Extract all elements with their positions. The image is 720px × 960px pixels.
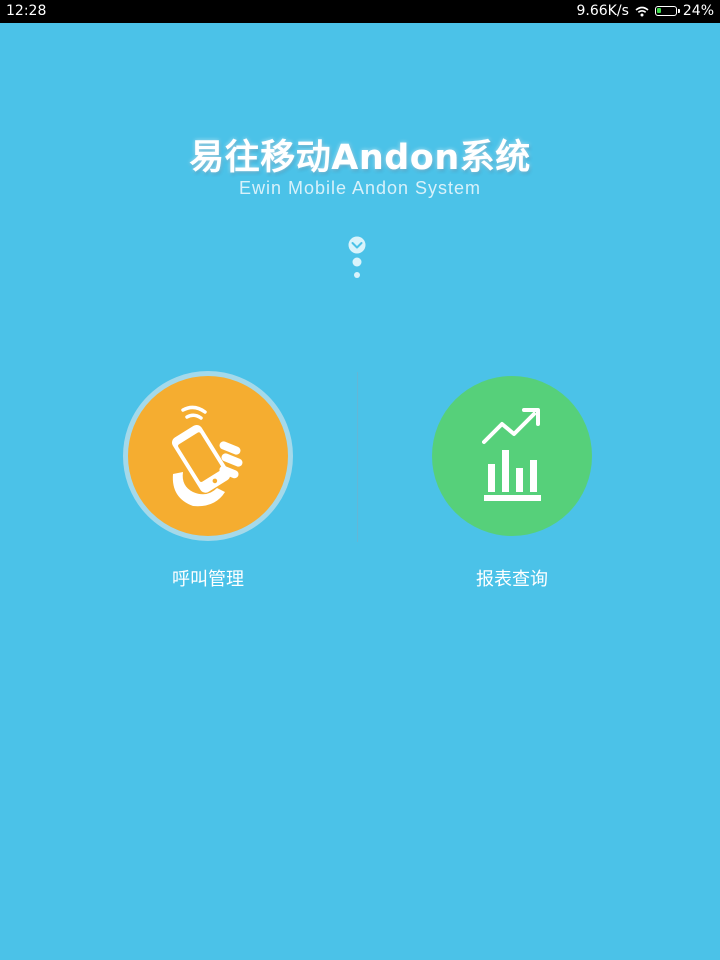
status-bar: 12:28 9.66K/s 24% <box>0 0 720 23</box>
scroll-down-indicator <box>347 236 367 280</box>
title-block: 易往移动Andon系统 Ewin Mobile Andon System <box>0 136 720 198</box>
hand-holding-phone-wifi-icon <box>171 405 243 507</box>
call-management-label[interactable]: 呼叫管理 <box>108 565 308 591</box>
battery-icon <box>654 6 680 16</box>
status-right-group: 9.66K/s 24% <box>577 3 715 19</box>
chevron-down-icon <box>348 236 366 278</box>
battery-level-fill <box>656 8 661 13</box>
report-query-circle[interactable] <box>432 376 592 536</box>
wifi-icon <box>635 6 649 17</box>
bar-chart-trend-icon <box>482 408 541 501</box>
report-query-label[interactable]: 报表查询 <box>412 565 612 591</box>
status-time: 12:28 <box>6 3 47 19</box>
network-speed: 9.66K/s <box>576 3 629 19</box>
app-subtitle: Ewin Mobile Andon System <box>238 178 482 198</box>
menu-divider <box>357 372 358 542</box>
battery-percent: 24% <box>682 3 714 19</box>
call-management-circle[interactable] <box>123 371 293 541</box>
app-title: 易往移动Andon系统 <box>189 138 531 178</box>
